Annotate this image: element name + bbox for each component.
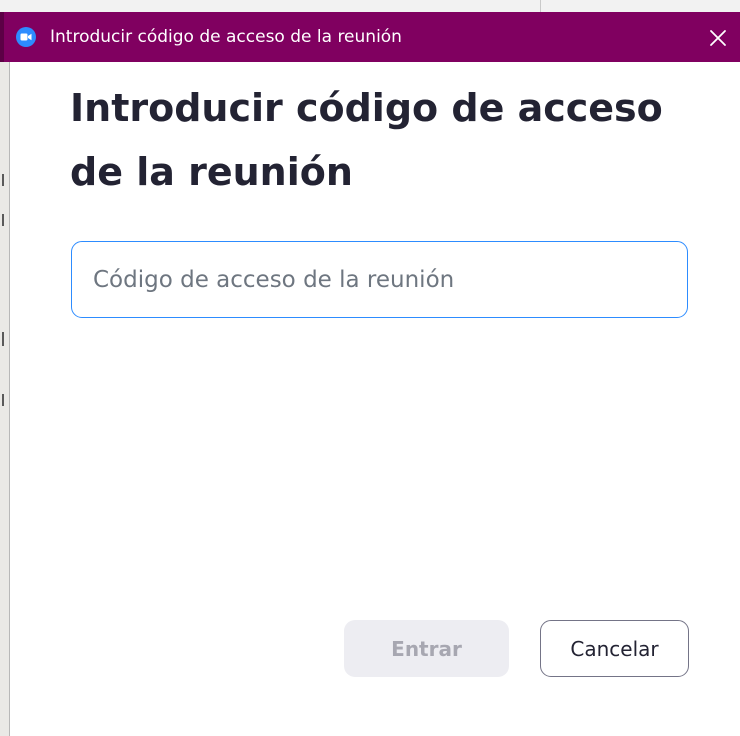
close-icon <box>710 30 726 46</box>
dialog-heading: Introducir código de acceso de la reunió… <box>70 86 663 194</box>
close-button[interactable] <box>704 24 732 52</box>
background-window-strip <box>0 62 10 736</box>
meeting-passcode-input[interactable] <box>71 241 688 318</box>
title-bar-left-edge <box>0 12 4 62</box>
window-title: Introducir código de acceso de la reunió… <box>50 27 402 47</box>
background-mark <box>2 394 4 406</box>
cancel-button[interactable]: Cancelar <box>540 620 689 677</box>
enter-button[interactable]: Entrar <box>344 620 509 677</box>
background-mark <box>2 332 4 346</box>
background-mark <box>2 214 4 226</box>
zoom-camera-icon <box>16 27 36 47</box>
title-bar: Introducir código de acceso de la reunió… <box>0 0 740 62</box>
background-mark <box>2 174 4 186</box>
background-window-edge <box>540 0 541 12</box>
